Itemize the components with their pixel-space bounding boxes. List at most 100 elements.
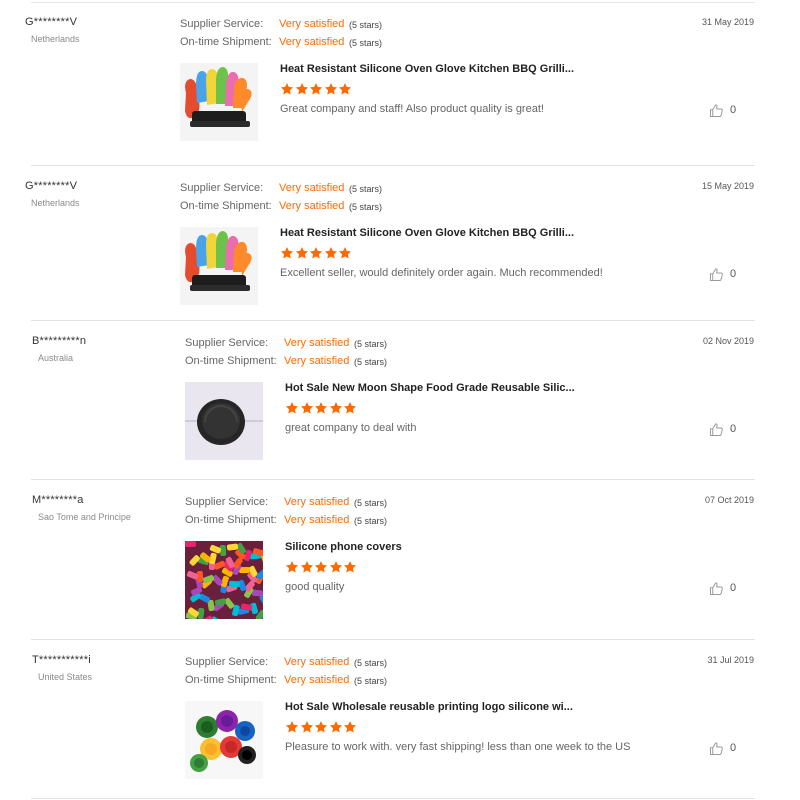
ontime-shipment-stars-count: (5 stars) [349, 38, 383, 48]
star-icon [285, 401, 299, 415]
supplier-service-label: Supplier Service: [185, 337, 269, 349]
review-date: 31 Jul 2019 [707, 655, 754, 665]
ontime-shipment-value: Very satisfied [279, 200, 345, 212]
thumbs-up-icon [709, 422, 724, 437]
ontime-shipment-label: On-time Shipment: [185, 674, 277, 686]
top-divider [31, 2, 755, 3]
ontime-shipment-stars-count: (5 stars) [354, 516, 388, 526]
star-icon [324, 246, 338, 260]
review-date: 07 Oct 2019 [704, 495, 754, 505]
review-comment: good quality [285, 581, 345, 593]
helpful-button[interactable]: 0 [709, 421, 736, 437]
star-icon [309, 246, 323, 260]
buyer-name: T***********i [32, 654, 91, 666]
helpful-count: 0 [730, 742, 737, 754]
star-icon [324, 82, 338, 96]
product-image[interactable] [185, 541, 263, 619]
supplier-service-label: Supplier Service: [185, 656, 269, 668]
helpful-button[interactable]: 0 [709, 266, 736, 282]
supplier-service-stars-count: (5 stars) [349, 184, 383, 194]
star-icon [285, 720, 299, 734]
ontime-shipment-value: Very satisfied [279, 36, 345, 48]
review-divider [31, 639, 755, 640]
helpful-button[interactable]: 0 [709, 740, 736, 756]
star-icon [285, 560, 299, 574]
buyer-name: M********a [32, 494, 84, 506]
supplier-service-stars-count: (5 stars) [354, 498, 388, 508]
ontime-shipment-stars-count: (5 stars) [354, 357, 388, 367]
ontime-shipment-label: On-time Shipment: [185, 355, 277, 367]
buyer-country: Australia [38, 353, 74, 363]
product-title-link[interactable]: Silicone phone covers [285, 541, 402, 553]
product-image[interactable] [185, 382, 263, 460]
star-icon [329, 720, 343, 734]
star-icon [338, 82, 352, 96]
thumbs-up-icon [709, 267, 724, 282]
supplier-service-value: Very satisfied [279, 182, 345, 194]
star-rating [285, 401, 358, 415]
star-icon [329, 401, 343, 415]
review-date: 02 Nov 2019 [702, 336, 754, 346]
ontime-shipment-label: On-time Shipment: [180, 200, 272, 212]
product-image[interactable] [180, 63, 258, 141]
review-comment: great company to deal with [285, 422, 417, 434]
star-icon [314, 560, 328, 574]
star-icon [343, 720, 357, 734]
product-title-link[interactable]: Hot Sale New Moon Shape Food Grade Reusa… [285, 382, 575, 394]
ontime-shipment-row: On-time Shipment: Very satisfied (5 stars) [180, 34, 440, 50]
buyer-name: G********V [25, 16, 78, 28]
supplier-service-stars-count: (5 stars) [354, 339, 388, 349]
helpful-button[interactable]: 0 [709, 102, 736, 118]
helpful-button[interactable]: 0 [709, 580, 736, 596]
buyer-country: United States [38, 672, 93, 682]
review-comment: Pleasure to work with. very fast shippin… [285, 741, 631, 753]
review-divider [31, 165, 755, 166]
review-divider [31, 479, 755, 480]
buyer-name: B*********n [32, 335, 87, 347]
star-icon [300, 560, 314, 574]
star-icon [300, 720, 314, 734]
product-image[interactable] [180, 227, 258, 305]
ontime-shipment-label: On-time Shipment: [180, 36, 272, 48]
supplier-service-value: Very satisfied [284, 656, 350, 668]
star-icon [343, 401, 357, 415]
ontime-shipment-label: On-time Shipment: [185, 514, 277, 526]
star-icon [295, 246, 309, 260]
star-rating [280, 82, 353, 96]
star-icon [343, 560, 357, 574]
product-title-link[interactable]: Hot Sale Wholesale reusable printing log… [285, 701, 573, 713]
ontime-shipment-value: Very satisfied [284, 674, 350, 686]
ontime-shipment-row: On-time Shipment: Very satisfied (5 stars) [185, 512, 445, 528]
supplier-service-value: Very satisfied [284, 337, 350, 349]
buyer-country: Netherlands [31, 198, 80, 208]
ontime-shipment-stars-count: (5 stars) [349, 202, 383, 212]
star-icon [309, 82, 323, 96]
supplier-service-stars-count: (5 stars) [349, 20, 383, 30]
product-title-link[interactable]: Heat Resistant Silicone Oven Glove Kitch… [280, 63, 574, 75]
star-icon [295, 82, 309, 96]
supplier-service-row: Supplier Service: Very satisfied (5 stars) [180, 180, 440, 196]
ontime-shipment-row: On-time Shipment: Very satisfied (5 stars) [185, 353, 445, 369]
buyer-name: G********V [25, 180, 78, 192]
star-icon [329, 560, 343, 574]
review-comment: Great company and staff! Also product qu… [280, 103, 544, 115]
helpful-count: 0 [730, 582, 737, 594]
buyer-country: Netherlands [31, 34, 80, 44]
ontime-shipment-row: On-time Shipment: Very satisfied (5 stars) [180, 198, 440, 214]
review-date: 15 May 2019 [701, 181, 754, 191]
helpful-count: 0 [730, 104, 737, 116]
star-icon [338, 246, 352, 260]
ontime-shipment-value: Very satisfied [284, 514, 350, 526]
review-divider [31, 320, 755, 321]
supplier-service-label: Supplier Service: [185, 496, 269, 508]
review-comment: Excellent seller, would definitely order… [280, 267, 603, 279]
supplier-service-value: Very satisfied [284, 496, 350, 508]
star-rating [285, 560, 358, 574]
product-image[interactable] [185, 701, 263, 779]
star-rating [285, 720, 358, 734]
thumbs-up-icon [709, 103, 724, 118]
product-title-link[interactable]: Heat Resistant Silicone Oven Glove Kitch… [280, 227, 574, 239]
ontime-shipment-row: On-time Shipment: Very satisfied (5 stars) [185, 672, 445, 688]
supplier-service-row: Supplier Service: Very satisfied (5 stars) [185, 335, 445, 351]
helpful-count: 0 [730, 268, 737, 280]
